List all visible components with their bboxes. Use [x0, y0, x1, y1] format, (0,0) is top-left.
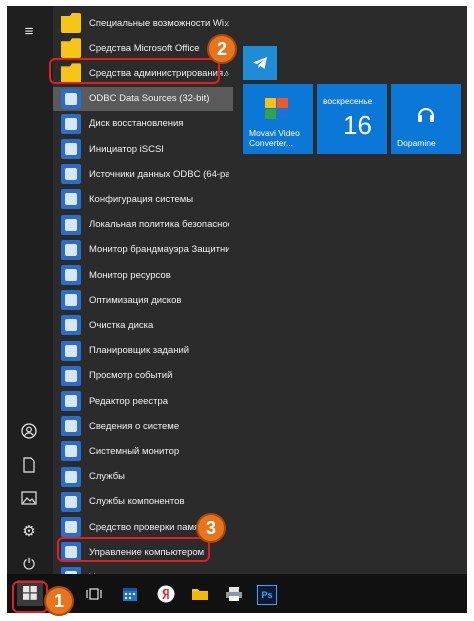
app-list-item[interactable]: Планировщик заданий — [53, 339, 233, 363]
admin-tool-icon — [61, 365, 81, 386]
chevron-icon: ˄ — [224, 68, 229, 78]
app-list-label: Службы компонентов — [89, 496, 185, 508]
app-list-label: Редактор реестра — [89, 395, 169, 407]
admin-tool-icon — [61, 139, 81, 159]
callout-badge-3: 3 — [196, 513, 226, 543]
app-list-label: Очистка диска — [89, 319, 154, 331]
admin-tool-icon — [61, 189, 81, 210]
app-list-item[interactable]: Службы компонентов — [53, 490, 233, 514]
app-list-label: Сведения о системе — [89, 420, 180, 432]
folder-icon — [61, 13, 81, 33]
app-list-item[interactable]: Локальная политика безопасности — [53, 213, 233, 237]
calendar-app-icon[interactable] — [119, 583, 141, 605]
start-menu: ≡ ⚙ ⏻ Специальные возможности Wi... ˅ Сред… — [7, 6, 467, 613]
yandex-browser-icon[interactable] — [155, 583, 177, 605]
admin-tool-icon — [61, 214, 81, 235]
dopamine-tile-label: Dopamine — [397, 138, 436, 148]
tiles-area: Movavi Video Converter... воскресенье 16… — [233, 6, 467, 574]
headphones-icon — [418, 108, 434, 122]
app-list-label: Локальная политика безопасности — [89, 219, 229, 231]
taskbar: Ps — [7, 574, 467, 613]
callout-box-start-button — [12, 581, 48, 613]
movavi-icon — [265, 98, 289, 120]
callout-box-computer-management — [57, 537, 210, 562]
app-list-item[interactable]: Монитор ресурсов — [53, 263, 233, 287]
app-list-label: Системный монитор — [89, 445, 180, 457]
photoshop-icon[interactable]: Ps — [257, 585, 277, 605]
settings-icon[interactable]: ⚙ — [18, 520, 40, 542]
calendar-tile[interactable]: воскресенье 16 — [317, 84, 387, 154]
admin-tool-icon — [61, 265, 81, 285]
app-list-label: Источники данных ODBC (64-разр... — [89, 168, 229, 180]
admin-tool-icon — [61, 290, 81, 311]
printer-app-icon[interactable] — [223, 583, 245, 605]
movavi-tile[interactable]: Movavi Video Converter... — [243, 84, 313, 154]
app-list-label: Специальные возможности Wi... — [89, 17, 229, 29]
admin-tool-icon — [61, 441, 81, 462]
app-list-label: Инициатор iSCSI — [89, 143, 164, 155]
app-list-folder[interactable]: Средства Microsoft Office — [53, 36, 233, 60]
hamburger-icon[interactable]: ≡ — [18, 20, 40, 42]
app-list-label: Монитор брандмауэра Защитник... — [89, 244, 229, 256]
app-list-label: ODBC Data Sources (32-bit) — [89, 93, 210, 105]
admin-tool-icon — [61, 416, 81, 437]
app-list-item[interactable]: Очистка диска — [53, 313, 233, 337]
app-list-item[interactable]: Службы — [53, 465, 233, 489]
power-icon[interactable]: ⏻ — [18, 553, 40, 575]
pictures-icon[interactable] — [18, 487, 40, 509]
app-list-item[interactable]: Инициатор iSCSI — [53, 137, 233, 161]
document-icon[interactable] — [18, 454, 40, 476]
admin-tool-icon — [61, 88, 81, 109]
user-icon[interactable] — [18, 420, 40, 442]
app-list-label: Конфигурация системы — [89, 193, 194, 205]
chevron-icon: ˅ — [224, 18, 229, 28]
callout-badge-1: 1 — [44, 586, 74, 616]
admin-tool-icon — [61, 517, 81, 537]
app-list-item[interactable]: Диск восстановления — [53, 112, 233, 136]
calendar-day: воскресенье — [323, 96, 373, 106]
app-list-folder[interactable]: Специальные возможности Wi... ˅ — [53, 11, 233, 35]
app-list-label: Оптимизация дисков — [89, 294, 182, 306]
dopamine-tile[interactable]: Dopamine — [391, 84, 461, 154]
admin-tool-icon — [61, 391, 81, 411]
app-list-label: Планировщик заданий — [89, 345, 190, 357]
admin-tool-icon — [61, 239, 81, 260]
app-list-item[interactable]: Просмотр событий — [53, 364, 233, 388]
folder-icon — [61, 38, 81, 59]
app-list-item[interactable]: Системный монитор — [53, 439, 233, 463]
app-list-label: Просмотр событий — [89, 370, 173, 382]
app-list-label: Монитор ресурсов — [89, 269, 171, 281]
movavi-tile-label: Movavi Video Converter... — [249, 128, 300, 148]
telegram-icon — [253, 57, 267, 69]
file-explorer-icon[interactable] — [189, 583, 211, 605]
app-list-item[interactable]: ODBC Data Sources (32-bit) — [53, 86, 233, 111]
app-list-item[interactable]: Монитор брандмауэра Защитник... — [53, 238, 233, 262]
app-list-item[interactable]: Оптимизация дисков — [53, 288, 233, 312]
telegram-tile[interactable] — [243, 46, 277, 80]
callout-box-admin-tools — [49, 58, 220, 84]
admin-tool-icon — [61, 466, 81, 487]
admin-tool-icon — [61, 164, 81, 185]
app-list-label: Диск восстановления — [89, 118, 184, 130]
app-list-item[interactable]: Сведения о системе — [53, 414, 233, 438]
admin-tool-icon — [61, 340, 81, 361]
admin-tool-icon — [61, 113, 81, 134]
app-list-item[interactable]: Источники данных ODBC (64-разр... — [53, 162, 233, 186]
start-menu-rail: ≡ ⚙ ⏻ — [7, 6, 53, 574]
callout-badge-2: 2 — [207, 34, 237, 64]
admin-tool-icon — [61, 491, 81, 512]
calendar-date: 16 — [343, 110, 372, 140]
app-list-label: Службы — [89, 471, 125, 483]
admin-tool-icon — [61, 315, 81, 336]
app-list: Специальные возможности Wi... ˅ Средства M… — [53, 6, 233, 588]
app-list-item[interactable]: Конфигурация системы — [53, 187, 233, 211]
app-list-item[interactable]: Редактор реестра — [53, 389, 233, 413]
task-view-icon[interactable] — [83, 583, 105, 605]
